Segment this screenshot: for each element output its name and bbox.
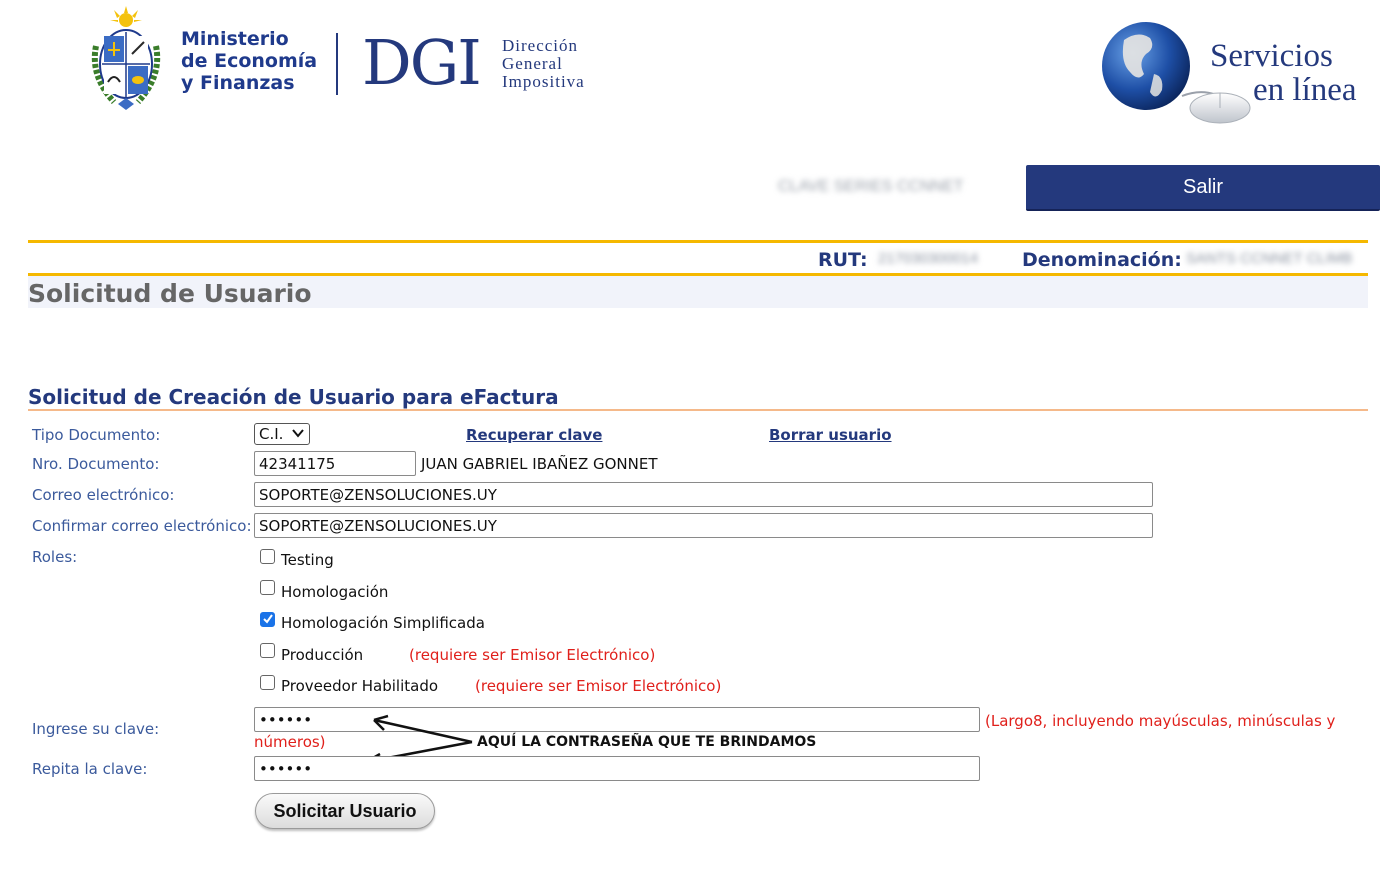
dgi-word-1: Dirección	[502, 36, 579, 55]
role-testing-checkbox[interactable]	[260, 549, 275, 564]
coat-of-arms-icon	[84, 6, 168, 112]
doc-type-value: C.I.	[259, 425, 284, 443]
repeat-password-input[interactable]	[254, 756, 980, 781]
page-title: Solicitud de Usuario	[28, 279, 312, 308]
logout-button[interactable]: Salir	[1026, 165, 1380, 211]
user-name: CLAVE SERIES CCNNET	[778, 178, 964, 195]
role-produccion-note: (requiere ser Emisor Electrónico)	[409, 646, 656, 664]
role-proveedor-checkbox[interactable]	[260, 675, 275, 690]
role-homologacion-checkbox[interactable]	[260, 580, 275, 595]
checkmark-icon	[263, 614, 273, 624]
dgi-word-2: General	[502, 54, 563, 73]
doc-number-label: Nro. Documento:	[32, 455, 160, 473]
services-title-line-1: Servicios	[1210, 38, 1333, 74]
doc-number-input[interactable]	[254, 451, 416, 476]
role-homologacion-label: Homologación	[281, 583, 389, 601]
role-proveedor-note: (requiere ser Emisor Electrónico)	[475, 677, 722, 695]
email-input[interactable]	[254, 482, 1153, 507]
chevron-down-icon	[292, 429, 304, 438]
submit-request-button[interactable]: Solicitar Usuario	[255, 793, 435, 829]
email-label: Correo electrónico:	[32, 486, 175, 504]
rut-value: 217030300014	[878, 250, 979, 267]
denomination-label: Denominación:	[1022, 249, 1182, 271]
recover-password-link[interactable]: Recuperar clave	[466, 426, 602, 444]
ministry-name-line-3: y Finanzas	[181, 72, 295, 94]
ministry-name-line-1: Ministerio	[181, 28, 289, 50]
doc-type-label: Tipo Documento:	[32, 426, 161, 444]
rut-label: RUT:	[818, 249, 868, 271]
dgi-word-3: Impositiva	[502, 72, 585, 91]
role-homologacion-simplificada-checkbox[interactable]	[260, 612, 275, 627]
password-label: Ingrese su clave:	[32, 720, 160, 738]
password-hint-line-1: (Largo8, incluyendo mayúsculas, minúscul…	[985, 712, 1336, 730]
info-bar-top-line	[28, 240, 1368, 243]
password-annotation: AQUÍ LA CONTRASEÑA QUE TE BRINDAMOS	[477, 734, 817, 750]
section-title: Solicitud de Creación de Usuario para eF…	[28, 385, 559, 409]
header-divider	[336, 33, 338, 95]
role-produccion-checkbox[interactable]	[260, 643, 275, 658]
services-title-line-2: en línea	[1253, 72, 1357, 108]
denomination-value: SANTS CCNNET CLIMB	[1186, 250, 1353, 267]
roles-label: Roles:	[32, 548, 78, 566]
confirm-email-input[interactable]	[254, 513, 1153, 538]
role-proveedor-label: Proveedor Habilitado	[281, 677, 439, 695]
person-name: JUAN GABRIEL IBAÑEZ GONNET	[421, 455, 658, 473]
role-produccion-label: Producción	[281, 646, 364, 664]
role-homologacion-simplificada-label: Homologación Simplificada	[281, 614, 485, 632]
section-divider	[28, 409, 1368, 411]
confirm-email-label: Confirmar correo electrónico:	[32, 517, 252, 535]
delete-user-link[interactable]: Borrar usuario	[769, 426, 892, 444]
repeat-password-label: Repita la clave:	[32, 760, 148, 778]
password-hint-line-2: números)	[254, 733, 326, 751]
ministry-name-line-2: de Economía	[181, 50, 318, 72]
doc-type-select[interactable]: C.I.	[254, 423, 310, 445]
dgi-logo: DGI	[362, 26, 482, 99]
role-testing-label: Testing	[281, 551, 334, 569]
